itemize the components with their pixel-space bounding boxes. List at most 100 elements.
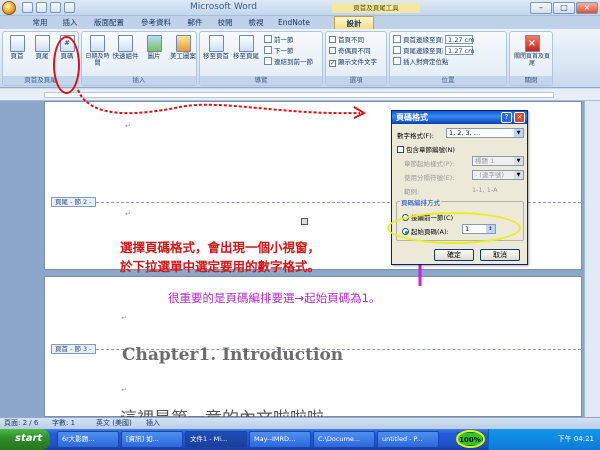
insert-alignment-tab-button[interactable]: 插入對齊定位點	[393, 57, 449, 67]
header-tag: 頁首 - 節 3 -	[51, 344, 96, 354]
tab-review[interactable]: 校閱	[212, 16, 238, 29]
tab-insert[interactable]: 插入	[57, 16, 83, 29]
help-icon[interactable]: ?	[501, 112, 512, 123]
taskbar-item[interactable]: [資訊] 如...	[121, 431, 183, 448]
minimize-button[interactable]: –	[530, 2, 552, 14]
close-window-button[interactable]: ×	[576, 2, 598, 14]
clip-art-icon	[175, 35, 191, 52]
maximize-button[interactable]: □	[553, 2, 575, 14]
tab-page-layout[interactable]: 版面配置	[88, 16, 130, 29]
footer-position-icon	[393, 46, 401, 54]
paragraph-mark: ↵	[125, 210, 131, 218]
tab-view[interactable]: 檢視	[243, 16, 269, 29]
taskbar-item[interactable]: untitled - P...	[377, 431, 439, 448]
word-window: Microsoft Word 頁首及頁尾工具 – □ × 常用 插入 版面配置 …	[0, 0, 600, 450]
quick-parts-button[interactable]: 快速組件	[112, 34, 139, 68]
chapter-style-label: 章節起始樣式(P):	[404, 160, 455, 168]
customize-qat-icon[interactable]	[64, 2, 75, 13]
different-first-page-checkbox[interactable]: 首頁不同	[329, 35, 364, 45]
tab-endnote[interactable]: EndNote	[274, 16, 314, 29]
alignment-tab-icon	[393, 57, 401, 65]
annotation-red-arrow	[77, 89, 367, 119]
annotation-line-2: 於下拉選單中選定要用的數字格式。	[120, 259, 321, 274]
chapter-heading: Chapter1. Introduction	[122, 345, 344, 365]
annotation-yellow-circle	[387, 212, 521, 244]
close-icon[interactable]: ×	[514, 112, 525, 123]
group-label: 關閉	[510, 76, 552, 85]
group-label: 選項	[326, 76, 386, 85]
group-navigation: 移至頁首 移至頁尾 前一節 下一節 連結到前一節 導覽	[199, 31, 323, 86]
vertical-scrollbar[interactable]	[584, 101, 600, 417]
title-bar	[0, 0, 600, 16]
separator-label: 使用分隔符號(E):	[404, 174, 455, 182]
number-format-select[interactable]: 1, 2, 3, … ▼	[446, 128, 524, 138]
goto-header-button[interactable]: 移至頁首	[202, 34, 230, 68]
page-count[interactable]: 頁面: 2 / 6	[4, 418, 38, 429]
close-header-footer-button[interactable]: × 關閉頁首及頁尾	[512, 34, 552, 68]
date-time-button[interactable]: 日期及時間	[84, 34, 111, 68]
footer-button[interactable]: 頁尾	[30, 34, 54, 68]
footer-from-bottom-row: 頁尾邊緣至頁面底端的距離1.27 cm	[393, 46, 474, 56]
taskbar-item[interactable]: 6r大影題...	[57, 431, 119, 448]
paragraph-mark: ↵	[121, 386, 127, 394]
chevron-down-icon: ▼	[514, 129, 523, 137]
clock[interactable]: 下午 04:21	[558, 429, 594, 449]
word-count[interactable]: 字數: 1	[52, 418, 75, 429]
cancel-button[interactable]: 取消	[480, 249, 520, 261]
annotation-yellow-circle-small	[456, 430, 485, 448]
taskbar-item[interactable]: 文件1 - Mi...	[185, 431, 247, 448]
picture-icon	[146, 35, 162, 52]
include-chapter-checkbox[interactable]: 包含章節編號(N)	[397, 144, 455, 154]
redo-icon[interactable]	[50, 2, 61, 13]
annotation-pink-text: 很重要的是頁碼編排要選→起始頁碼為1。	[168, 291, 381, 305]
header-from-top-row: 頁首邊緣至頁面頂端的距離1.27 cm	[393, 35, 474, 45]
picture-button[interactable]: 圖片	[142, 34, 166, 68]
previous-icon	[264, 35, 272, 43]
next-section-button[interactable]: 下一節	[264, 46, 294, 56]
chapter-body-text: 這裡是第一章的內文啦啦啦	[120, 404, 324, 417]
goto-footer-button[interactable]: 移至頁尾	[232, 34, 260, 68]
examples-label: 範例:	[404, 188, 420, 196]
numbering-section-label: 頁碼編排方式	[400, 197, 441, 207]
link-to-previous-button[interactable]: 連結到前一節	[264, 57, 313, 67]
tab-design[interactable]: 設計	[334, 16, 374, 29]
group-options: 首頁不同 奇偶頁不同 ✓ 顯示文件文字 選項	[325, 31, 387, 86]
link-icon	[264, 57, 272, 65]
insert-mode-indicator[interactable]: 插入	[146, 418, 160, 429]
footer-tag: 頁尾 - 節 2 -	[51, 197, 96, 207]
office-button-icon[interactable]	[2, 1, 16, 15]
group-close: × 關閉頁首及頁尾 關閉	[509, 31, 553, 86]
header-button[interactable]: 頁首	[5, 34, 29, 68]
taskbar-item[interactable]: May--IMRD...	[249, 431, 311, 448]
group-insert: 日期及時間 快速組件 圖片 美工圖案 插入	[81, 31, 197, 86]
paragraph-mark: ↵	[121, 314, 127, 322]
check-icon: ✓	[329, 60, 336, 67]
group-label: 位置	[390, 76, 506, 85]
language-indicator[interactable]: 英文 (美國)	[96, 418, 132, 429]
tab-mailings[interactable]: 郵件	[182, 16, 208, 29]
different-odd-even-checkbox[interactable]: 奇偶頁不同	[329, 46, 371, 56]
tab-references[interactable]: 參考資料	[135, 16, 177, 29]
taskbar-item[interactable]: C:\Docume...	[313, 431, 375, 448]
context-tool-title: 頁首及頁尾工具	[332, 3, 420, 13]
app-title: Microsoft Word	[190, 2, 257, 12]
show-document-text-checkbox[interactable]: ✓ 顯示文件文字	[329, 57, 377, 67]
page-number-field-icon	[301, 218, 308, 225]
group-label: 插入	[82, 76, 196, 85]
footer-from-bottom-input[interactable]: 1.27 cm	[445, 46, 474, 55]
ok-button[interactable]: 確定	[434, 249, 474, 261]
save-icon[interactable]	[22, 2, 33, 13]
goto-footer-icon	[238, 35, 254, 52]
calendar-icon	[90, 35, 105, 52]
undo-icon[interactable]	[36, 2, 47, 13]
tab-home[interactable]: 常用	[27, 16, 53, 29]
number-format-label: 數字格式(F):	[397, 132, 435, 140]
start-button[interactable]: start	[0, 429, 50, 450]
footer-icon	[34, 35, 50, 52]
clip-art-button[interactable]: 美工圖案	[169, 34, 197, 68]
header-icon	[9, 35, 25, 52]
header-from-top-input[interactable]: 1.27 cm	[445, 35, 474, 44]
previous-section-button[interactable]: 前一節	[264, 35, 294, 45]
examples-value: 1-1, 1-A	[472, 186, 498, 194]
status-bar: 頁面: 2 / 6 字數: 1 英文 (美國) 插入	[0, 417, 600, 429]
